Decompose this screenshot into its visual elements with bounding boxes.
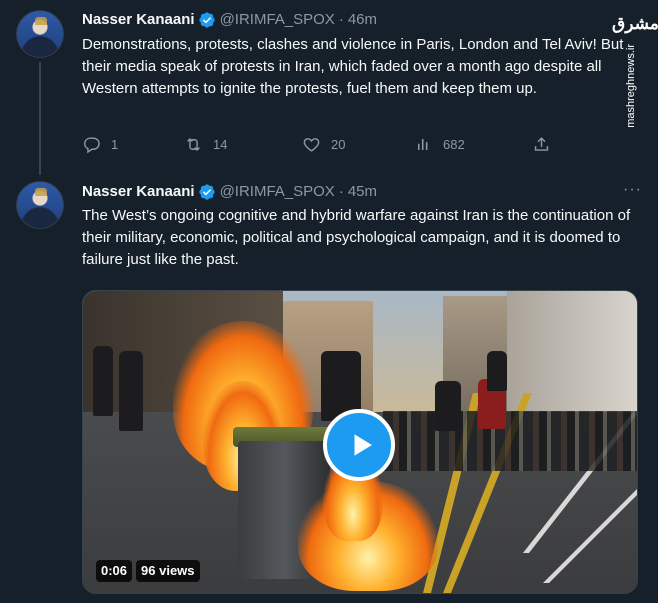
tweet-time[interactable]: 46m — [348, 10, 377, 30]
separator-dot: · — [338, 183, 344, 200]
tweet-header: Nasser Kanaani @IRIMFA_SPOX · 45m — [82, 182, 377, 202]
verified-badge-icon — [198, 184, 215, 200]
video-player[interactable]: 0:06 96 views — [82, 290, 638, 594]
thread-line — [39, 62, 41, 175]
analytics-icon — [417, 138, 428, 150]
author-handle[interactable]: @IRIMFA_SPOX — [220, 10, 335, 30]
author-name[interactable]: Nasser Kanaani — [82, 182, 195, 202]
video-duration: 0:06 — [96, 560, 133, 582]
verified-badge-icon — [198, 12, 215, 28]
watermark-site: mashreghnews.ir — [625, 44, 637, 128]
retweet-button[interactable]: 14 — [184, 134, 302, 154]
avatar[interactable] — [16, 10, 64, 58]
separator-dot: · — [338, 11, 344, 28]
like-count: 20 — [331, 136, 346, 152]
tweet-text: The West’s ongoing cognitive and hybrid … — [82, 207, 631, 268]
watermark-logo: مشرق — [612, 14, 658, 33]
tweet-1[interactable]: Nasser Kanaani @IRIMFA_SPOX · 46m Demons… — [0, 0, 658, 175]
reply-icon — [84, 136, 100, 153]
more-options-button[interactable]: ··· — [623, 182, 642, 198]
play-button[interactable] — [323, 409, 395, 481]
share-icon — [534, 136, 549, 151]
author-handle[interactable]: @IRIMFA_SPOX — [220, 182, 335, 202]
action-bar: 1 14 20 682 — [82, 134, 551, 154]
reply-count: 1 — [111, 136, 119, 152]
video-badges: 0:06 96 views — [96, 560, 200, 582]
tweet-text: Demonstrations, protests, clashes and vi… — [82, 36, 624, 97]
tweet-header: Nasser Kanaani @IRIMFA_SPOX · 46m — [82, 10, 377, 30]
share-button[interactable] — [532, 134, 551, 154]
view-count: 682 — [443, 136, 465, 152]
avatar[interactable] — [16, 181, 64, 229]
views-button[interactable]: 682 — [414, 134, 532, 154]
like-button[interactable]: 20 — [302, 134, 414, 154]
heart-icon — [303, 137, 320, 152]
author-name[interactable]: Nasser Kanaani — [82, 10, 195, 30]
tweet-time[interactable]: 45m — [348, 182, 377, 202]
play-icon — [354, 434, 372, 456]
retweet-icon — [187, 137, 200, 151]
tweet-2[interactable]: Nasser Kanaani @IRIMFA_SPOX · 45m The We… — [0, 175, 658, 603]
reply-button[interactable]: 1 — [82, 134, 184, 154]
video-views: 96 views — [136, 560, 200, 582]
retweet-count: 14 — [213, 136, 228, 152]
